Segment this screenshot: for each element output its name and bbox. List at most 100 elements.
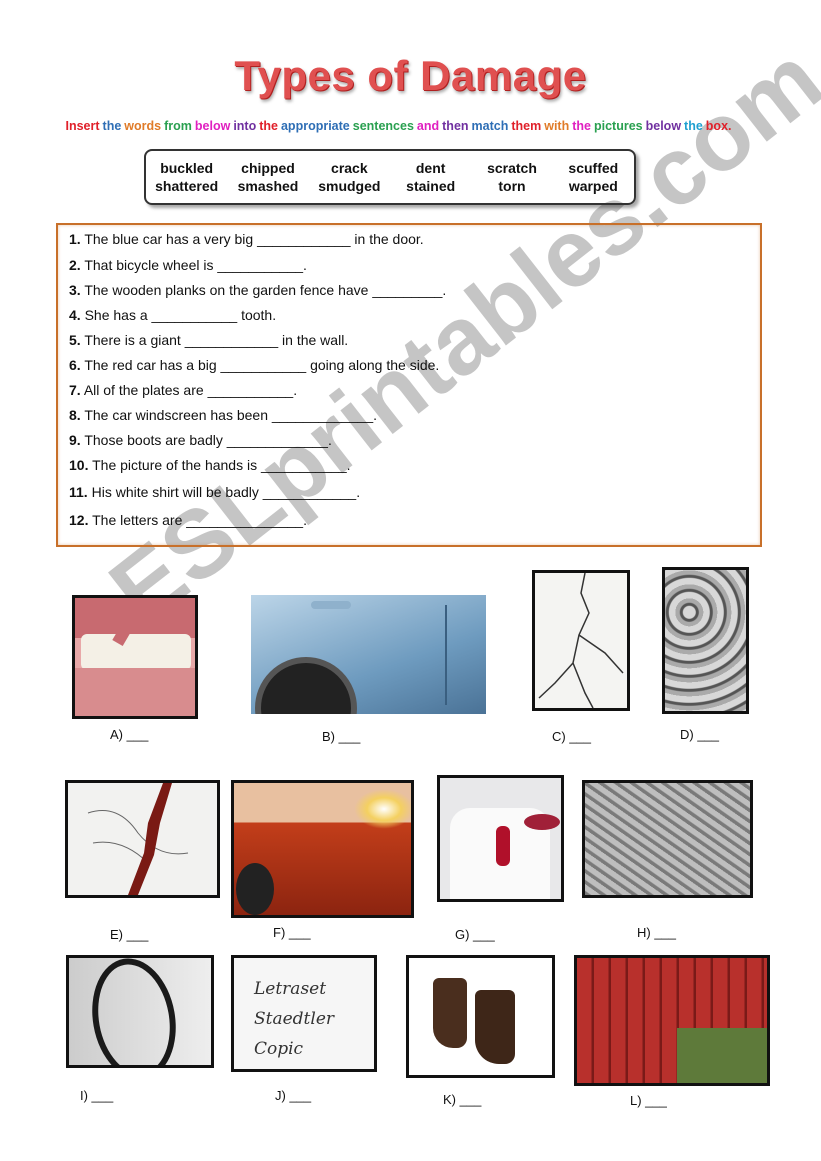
sentence-number: 11. — [69, 484, 88, 500]
picture-label-d[interactable]: D) ___ — [680, 727, 719, 742]
word-option: torn — [498, 178, 526, 194]
sentence-text: That bicycle wheel is — [84, 257, 214, 273]
instruction-word: the — [572, 119, 591, 133]
instruction-word: the — [259, 119, 278, 133]
sentence-end: . — [303, 257, 307, 273]
sentence-end: in the wall. — [282, 332, 349, 348]
sentence-text: She has a — [84, 307, 148, 323]
answer-blank[interactable]: _____________ — [272, 407, 373, 423]
picture-h-shattered-glass — [582, 780, 753, 898]
sentence-10: 10. The picture of the hands is ________… — [69, 457, 351, 473]
instruction-word: the — [684, 119, 703, 133]
answer-blank[interactable]: ____________ — [185, 332, 278, 348]
answer-blank[interactable]: _____________ — [227, 432, 328, 448]
answer-blank[interactable]: ___________ — [261, 457, 347, 473]
picture-label-g[interactable]: G) ___ — [455, 927, 495, 942]
sentence-number: 12. — [69, 512, 89, 528]
picture-label-a[interactable]: A) ___ — [110, 727, 148, 742]
sentence-text: His white shirt will be badly — [91, 484, 259, 500]
sentence-text: The red car has a big — [84, 357, 217, 373]
instruction-word: with — [544, 119, 570, 133]
sentence-number: 10. — [69, 457, 89, 473]
picture-label-k[interactable]: K) ___ — [443, 1092, 481, 1107]
answer-blank[interactable]: ___________ — [221, 357, 307, 373]
answer-blank[interactable]: _______________ — [186, 512, 303, 528]
sentence-end: . — [356, 484, 361, 500]
sentence-8: 8. The car windscreen has been _________… — [69, 407, 377, 423]
instruction-word: match — [471, 119, 509, 133]
answer-blank[interactable]: ___________ — [152, 307, 238, 323]
handwritten-word: Copic — [254, 1039, 304, 1059]
answer-blank[interactable]: ____________ — [257, 231, 350, 247]
instruction-word: sentences — [352, 119, 414, 133]
sentence-text: The car windscreen has been — [84, 407, 268, 423]
sentences-box: 1. The blue car has a very big _________… — [56, 223, 762, 547]
sentence-number: 7. — [69, 382, 81, 398]
sentence-end: going along the side. — [310, 357, 440, 373]
picture-label-l[interactable]: L) ___ — [630, 1093, 667, 1108]
sentence-text: The letters are — [92, 512, 183, 528]
sentence-number: 5. — [69, 332, 81, 348]
sentence-number: 2. — [69, 257, 81, 273]
picture-b-car-door — [251, 595, 486, 714]
sentence-end: in the door. — [354, 231, 424, 247]
picture-label-f[interactable]: F) ___ — [273, 925, 311, 940]
sentence-11: 11. His white shirt will be badly ______… — [69, 484, 360, 500]
picture-label-b[interactable]: B) ___ — [322, 729, 360, 744]
handwritten-word: Letraset — [254, 979, 327, 999]
picture-label-j[interactable]: J) ___ — [275, 1088, 311, 1103]
picture-label-i[interactable]: I) ___ — [80, 1088, 113, 1103]
answer-blank[interactable]: ___________ — [217, 257, 303, 273]
sentence-end: . — [293, 382, 298, 398]
word-option: stained — [406, 178, 456, 194]
sentence-9: 9. Those boots are badly _____________. — [69, 432, 332, 448]
answer-blank[interactable]: ___________ — [208, 382, 294, 398]
sentence-number: 9. — [69, 432, 81, 448]
sentence-text: There is a giant — [84, 332, 181, 348]
sentence-end: . — [327, 432, 332, 448]
picture-g-stained-shirt — [437, 775, 564, 902]
picture-label-c[interactable]: C) ___ — [552, 729, 591, 744]
instruction-word: from — [164, 119, 192, 133]
sentence-end: tooth. — [241, 307, 277, 323]
instruction-word: them — [511, 119, 542, 133]
picture-label-e[interactable]: E) ___ — [110, 927, 148, 942]
instructions: Insert the words from below into the appropriat… — [0, 119, 800, 133]
word-option: warped — [568, 178, 618, 194]
word-option: scuffed — [568, 160, 619, 176]
picture-l-warped-fence — [574, 955, 770, 1086]
sentence-number: 4. — [69, 307, 81, 323]
page-title: Types of Damage — [234, 52, 587, 99]
answer-blank[interactable]: ____________ — [263, 484, 356, 500]
sentence-5: 5. There is a giant ____________ in the … — [69, 332, 348, 348]
word-option: scratch — [487, 160, 537, 176]
instruction-word: and — [416, 119, 440, 133]
word-option: shattered — [155, 178, 219, 194]
sentence-text: All of the plates are — [83, 382, 204, 398]
instruction-word: pictures — [593, 119, 643, 133]
sentence-number: 8. — [69, 407, 81, 423]
sentence-4: 4. She has a ___________ tooth. — [69, 307, 276, 323]
picture-e-torn-drawing — [65, 780, 220, 898]
sentence-3: 3. The wooden planks on the garden fence… — [69, 282, 446, 298]
sentence-end: . — [373, 407, 378, 423]
sentence-number: 1. — [69, 231, 81, 247]
picture-label-h[interactable]: H) ___ — [637, 925, 676, 940]
sentence-end: . — [442, 282, 447, 298]
worksheet-page: ESLprintables.com Types of Damage Insert… — [0, 0, 821, 1161]
instruction-word: into — [233, 119, 257, 133]
sentence-end: . — [303, 512, 307, 528]
picture-i-buckled-wheel — [66, 955, 214, 1068]
instruction-word: the — [102, 119, 122, 133]
instruction-word: below — [645, 119, 682, 133]
word-option: smashed — [237, 178, 299, 194]
word-option: chipped — [241, 160, 295, 176]
picture-a-tooth — [72, 595, 198, 719]
sentence-text: The picture of the hands is — [92, 457, 258, 473]
instruction-word: below — [194, 119, 231, 133]
picture-c-cracked-wall — [532, 570, 630, 711]
answer-blank[interactable]: _________ — [372, 282, 442, 298]
sentence-1: 1. The blue car has a very big _________… — [69, 231, 424, 247]
sentence-6: 6. The red car has a big ___________ goi… — [69, 357, 439, 373]
sentence-number: 3. — [69, 282, 81, 298]
